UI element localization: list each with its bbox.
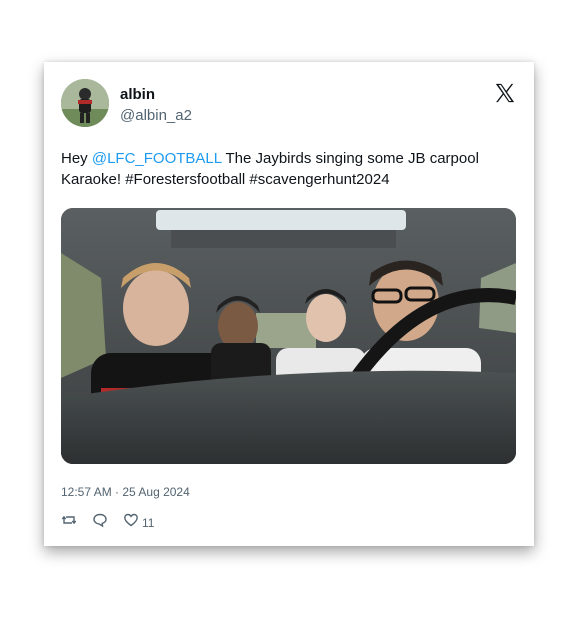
user-handle[interactable]: @albin_a2 [120, 107, 192, 124]
tweet-actions: 11 [61, 512, 169, 533]
mention-link[interactable]: @LFC_FOOTBALL [92, 150, 222, 167]
avatar[interactable] [61, 79, 109, 127]
reply-icon [92, 512, 108, 533]
tweet-text: Hey @LFC_FOOTBALL The Jaybirds singing s… [61, 148, 511, 190]
like-count: 11 [142, 515, 155, 530]
like-button[interactable]: 11 [123, 512, 154, 533]
tweet-card: albin @albin_a2 Hey @LFC_FOOTBALL The Ja… [44, 62, 534, 546]
retweet-button[interactable] [61, 512, 77, 533]
retweet-icon [61, 512, 77, 533]
reply-button[interactable] [92, 512, 108, 533]
tweet-timestamp[interactable]: 12:57 AM · 25 Aug 2024 [61, 485, 190, 499]
tweet-text-prefix: Hey [61, 150, 92, 167]
tweet-media-image[interactable] [61, 208, 516, 464]
x-logo-icon[interactable] [494, 82, 516, 104]
heart-icon [123, 512, 139, 533]
display-name[interactable]: albin [120, 86, 155, 103]
